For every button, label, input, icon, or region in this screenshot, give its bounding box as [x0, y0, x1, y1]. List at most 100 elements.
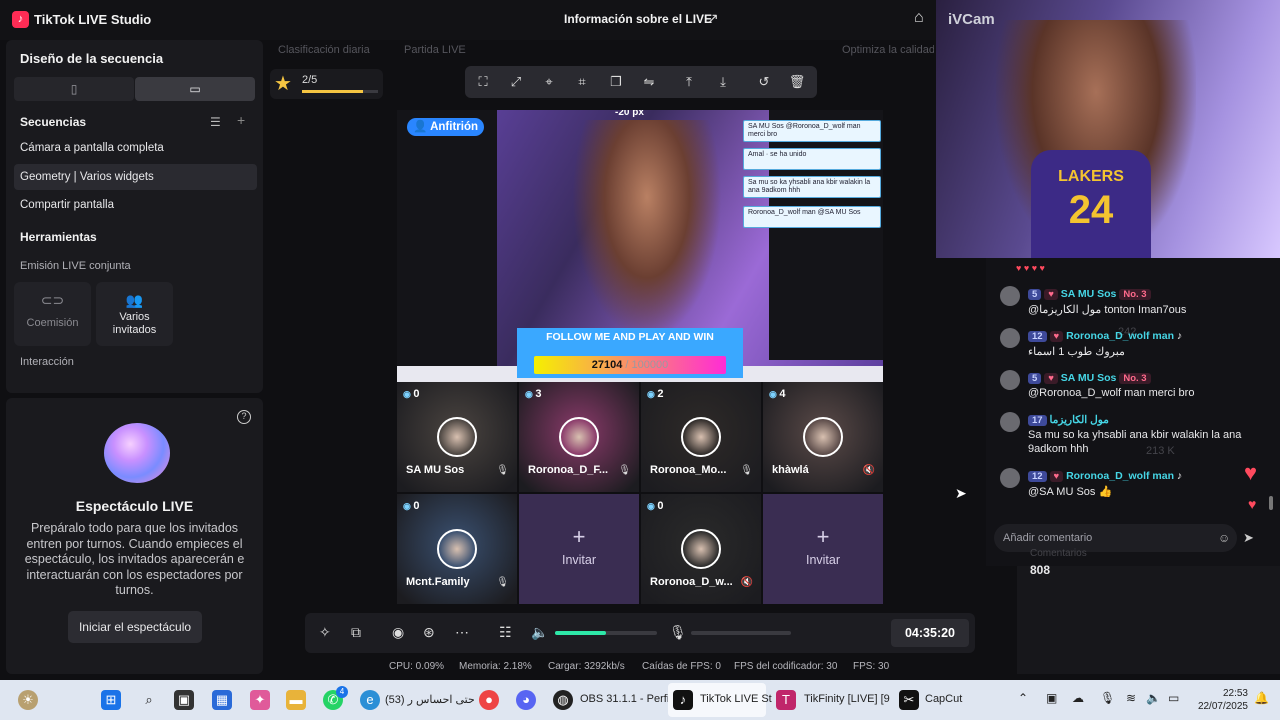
level-badge: 5: [1028, 289, 1042, 300]
taskbar-item-tikfinity[interactable]: TikFinity [LIVE] [9: [804, 693, 890, 705]
guest-tile[interactable]: 3 Roronoa_D_F... 🎙: [519, 382, 639, 492]
share-icon[interactable]: ↗: [707, 10, 719, 27]
volume-tray-icon[interactable]: 🔈: [1146, 691, 1161, 705]
progress-max: / 100000: [625, 359, 669, 371]
guest-score: 4: [769, 388, 785, 400]
mic-level-slider[interactable]: [691, 631, 791, 635]
fan-badge: ♥: [1049, 331, 1064, 342]
username[interactable]: SA MU Sos: [1061, 372, 1117, 384]
username[interactable]: مول الكاريزما: [1050, 414, 1109, 426]
username[interactable]: Roronoa_D_wolf man: [1066, 330, 1174, 342]
store-icon[interactable]: ▦: [212, 690, 232, 710]
notification-icon[interactable]: 🔔: [1254, 691, 1269, 705]
username[interactable]: Roronoa_D_wolf man: [1066, 470, 1174, 482]
center-icon[interactable]: ⌖: [540, 73, 558, 91]
speaker-icon[interactable]: 🔈: [531, 624, 548, 641]
folder-icon[interactable]: ▬: [286, 690, 306, 710]
camera-jersey: LAKERS 24: [1031, 150, 1151, 258]
mic-muted-icon[interactable]: 🔇: [863, 465, 875, 476]
tab-daily-ranking[interactable]: Clasificación diaria: [278, 44, 370, 56]
tray-mic-icon[interactable]: 🎙: [1100, 691, 1115, 705]
heart-icon: ♥: [1248, 496, 1257, 512]
duplicate-icon[interactable]: ❐: [607, 73, 625, 91]
guest-tile[interactable]: 0 Mcnt.Family 🎙: [397, 494, 517, 604]
mic-icon[interactable]: 🎙: [496, 465, 509, 476]
microphone-icon[interactable]: 🎙: [669, 624, 687, 641]
list-icon[interactable]: ☰: [210, 115, 221, 129]
hearts-row-icon: ♥ ♥ ♥ ♥: [1016, 263, 1045, 273]
battery-icon[interactable]: ▭: [1168, 691, 1179, 705]
bring-front-icon[interactable]: ⤒: [680, 73, 698, 91]
scene-switch-icon[interactable]: ⧉: [351, 624, 361, 641]
source-edit-toolbar: ⛶ ⤢ ⌖ ⌗ ❐ ⇋ ⤒ ⤓ ↺ 🗑: [465, 66, 817, 98]
windows-start-icon[interactable]: ⊞: [101, 690, 121, 710]
tiktok-taskbar-icon[interactable]: ♪: [673, 690, 693, 710]
taskbar-item-capcut[interactable]: CapCut: [925, 693, 962, 705]
capcut-icon[interactable]: ✂: [899, 690, 919, 710]
tikfinity-icon[interactable]: T: [776, 690, 796, 710]
camera-settings-icon[interactable]: ⊛: [423, 624, 435, 641]
expand-icon[interactable]: ⤢: [507, 73, 525, 91]
rotate-icon[interactable]: ↺: [755, 73, 773, 91]
more-icon[interactable]: ⋯: [455, 624, 469, 641]
clock-time[interactable]: 22:53: [1214, 688, 1248, 699]
mixer-icon[interactable]: ☷: [499, 624, 512, 641]
search-icon[interactable]: ⌕: [139, 690, 159, 710]
invite-slot[interactable]: + Invitar: [763, 494, 883, 604]
chat-scrollbar[interactable]: [1269, 496, 1273, 510]
sequence-item[interactable]: Compartir pantalla: [14, 192, 257, 218]
live-info-button[interactable]: Información sobre el LIVE: [564, 12, 712, 26]
tab-optimize-quality[interactable]: Optimiza la calidad: [842, 44, 934, 56]
crop-icon[interactable]: ⌗: [573, 73, 591, 91]
sequence-item-active[interactable]: Geometry | Varios widgets: [14, 164, 257, 190]
copilot-icon[interactable]: ✦: [250, 690, 270, 710]
send-back-icon[interactable]: ⤓: [714, 73, 732, 91]
guest-tile[interactable]: 0 SA MU Sos 🎙: [397, 382, 517, 492]
sequence-item[interactable]: Cámara a pantalla completa: [14, 135, 257, 161]
discord-icon[interactable]: ◕: [516, 690, 536, 710]
start-show-button[interactable]: Iniciar el espectáculo: [68, 611, 202, 643]
stream-preview[interactable]: SA MU Sos @Roronoa_D_wolf man merci bro …: [397, 110, 883, 382]
taskbar-item-obs[interactable]: OBS 31.1.1 - Perfil:: [580, 693, 675, 705]
edge-icon[interactable]: e: [360, 690, 380, 710]
delete-icon[interactable]: 🗑: [788, 73, 806, 91]
cohost-tool[interactable]: ⊂⊃ Coemisión: [14, 282, 91, 346]
cloud-icon[interactable]: ☁: [1072, 691, 1084, 705]
mic-icon[interactable]: 🎙: [618, 465, 631, 476]
username[interactable]: SA MU Sos: [1061, 288, 1117, 300]
fit-screen-icon[interactable]: ⛶: [474, 73, 492, 91]
level-badge: 17: [1028, 415, 1047, 426]
emoji-icon[interactable]: ☺: [1218, 531, 1230, 545]
obs-icon[interactable]: ◍: [553, 690, 573, 710]
avatar: [1000, 370, 1020, 390]
portrait-toggle[interactable]: ▯: [14, 77, 134, 101]
multi-guest-tool[interactable]: 👥 Varios invitados: [96, 282, 173, 346]
guest-tile[interactable]: 4 khàwlá 🔇: [763, 382, 883, 492]
add-sequence-icon[interactable]: +: [237, 112, 245, 128]
guest-tile[interactable]: 2 Roronoa_Mo... 🎙: [641, 382, 761, 492]
tray-app-icon[interactable]: ▣: [1046, 691, 1057, 705]
tray-chevron-icon[interactable]: ⌃: [1018, 691, 1028, 705]
weather-icon[interactable]: ☀: [18, 690, 38, 710]
guest-tile[interactable]: 0 Roronoa_D_w... 🔇: [641, 494, 761, 604]
flip-icon[interactable]: ⇋: [640, 73, 658, 91]
volume-slider[interactable]: [555, 631, 657, 635]
taskbar-item-tiktok[interactable]: TikTok LIVE St: [700, 693, 772, 705]
clock-date[interactable]: 22/07/2025: [1194, 701, 1248, 712]
mic-icon[interactable]: 🎙: [740, 465, 753, 476]
taskbar-item-edge[interactable]: (53) حتى احساس ر: [385, 693, 475, 706]
landscape-toggle[interactable]: ▭: [135, 77, 255, 101]
chrome-icon[interactable]: ●: [479, 690, 499, 710]
mic-muted-icon[interactable]: 🔇: [741, 577, 753, 588]
mic-icon[interactable]: 🎙: [496, 577, 509, 588]
invite-slot[interactable]: + Invitar: [519, 494, 639, 604]
goal-counter[interactable]: ★ 2/5: [270, 69, 383, 99]
wifi-icon[interactable]: ≋: [1126, 691, 1136, 705]
task-view-icon[interactable]: ▣: [174, 690, 194, 710]
record-icon[interactable]: ◉: [392, 624, 404, 641]
tab-live-match[interactable]: Partida LIVE: [404, 44, 466, 56]
send-icon[interactable]: ➤: [1243, 530, 1254, 546]
home-icon[interactable]: ⌂: [914, 9, 924, 27]
help-icon[interactable]: ?: [237, 410, 251, 424]
magic-wand-icon[interactable]: ✧: [319, 624, 331, 641]
